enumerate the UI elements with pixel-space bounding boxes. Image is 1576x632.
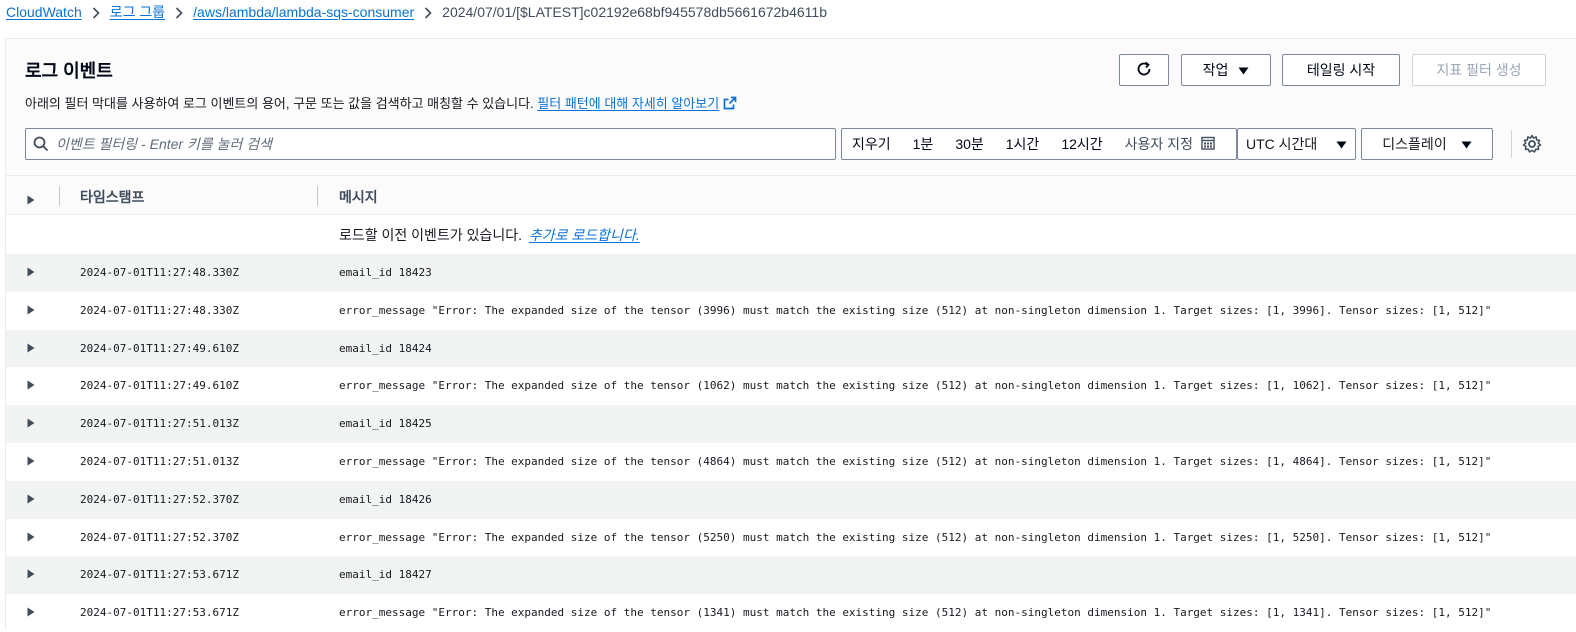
row-timestamp: 2024-07-01T11:27:52.370Z bbox=[80, 492, 239, 506]
row-message: error_message "Error: The expanded size … bbox=[339, 454, 1492, 468]
search-icon bbox=[26, 136, 56, 152]
table-row[interactable]: 2024-07-01T11:27:48.330Z email_id 18423 bbox=[6, 254, 1576, 292]
learn-more-label: 필터 패턴에 대해 자세히 알아보기 bbox=[537, 96, 720, 111]
column-header-timestamp[interactable]: 타임스탬프 bbox=[80, 187, 144, 207]
row-timestamp: 2024-07-01T11:27:49.610Z bbox=[80, 341, 239, 355]
table-row[interactable]: 2024-07-01T11:27:53.671Z error_message "… bbox=[6, 594, 1576, 632]
row-message: email_id 18426 bbox=[339, 492, 432, 506]
custom-range-button[interactable]: 사용자 지정 bbox=[1114, 134, 1226, 154]
search-placeholder: 이벤트 필터링 - Enter 키를 눌러 검색 bbox=[56, 136, 273, 152]
divider bbox=[1511, 130, 1512, 158]
time-option-30m[interactable]: 30분 bbox=[944, 134, 994, 154]
external-link-icon bbox=[723, 96, 737, 113]
expand-row-icon[interactable] bbox=[27, 264, 35, 280]
row-timestamp: 2024-07-01T11:27:51.013Z bbox=[80, 454, 239, 468]
row-message: error_message "Error: The expanded size … bbox=[339, 530, 1492, 544]
calendar-icon bbox=[1193, 136, 1215, 153]
expand-row-icon[interactable] bbox=[27, 453, 35, 469]
column-header-message[interactable]: 메시지 bbox=[339, 187, 378, 207]
row-message: email_id 18423 bbox=[339, 266, 432, 279]
row-message: error_message "Error: The expanded size … bbox=[339, 379, 1492, 393]
row-timestamp: 2024-07-01T11:27:48.330Z bbox=[80, 266, 239, 279]
load-older-text: 로드할 이전 이벤트가 있습니다. 추가로 로드합니다. bbox=[339, 225, 640, 245]
gear-icon[interactable] bbox=[1522, 134, 1542, 154]
caret-down-icon bbox=[1336, 136, 1347, 152]
column-resizer[interactable] bbox=[317, 186, 318, 206]
table-row[interactable]: 2024-07-01T11:27:49.610Z email_id 18424 bbox=[6, 329, 1576, 368]
log-events-list: 2024-07-01T11:27:48.330Z email_id 18423 … bbox=[6, 254, 1576, 632]
expand-row-icon[interactable] bbox=[27, 566, 35, 582]
event-filter-input[interactable]: 이벤트 필터링 - Enter 키를 눌러 검색 bbox=[25, 128, 836, 160]
load-more-link[interactable]: 추가로 로드합니다. bbox=[529, 227, 640, 243]
breadcrumb-log-groups[interactable]: 로그 그룹 bbox=[110, 2, 165, 22]
create-metric-filter-button[interactable]: 지표 필터 생성 bbox=[1412, 54, 1546, 86]
expand-row-icon[interactable] bbox=[27, 340, 35, 356]
breadcrumb-current-stream: 2024/07/01/[$LATEST]c02192e68bf945578db5… bbox=[442, 4, 827, 20]
expand-all-icon[interactable] bbox=[27, 192, 35, 208]
row-timestamp: 2024-07-01T11:27:53.671Z bbox=[80, 568, 239, 582]
refresh-button[interactable] bbox=[1119, 54, 1169, 86]
load-older-label: 로드할 이전 이벤트가 있습니다. bbox=[339, 227, 522, 243]
expand-row-icon[interactable] bbox=[27, 302, 35, 318]
expand-row-icon[interactable] bbox=[27, 529, 35, 545]
breadcrumb-log-group[interactable]: /aws/lambda/lambda-sqs-consumer bbox=[193, 4, 414, 20]
time-option-1m[interactable]: 1분 bbox=[902, 134, 945, 154]
row-message: email_id 18425 bbox=[339, 417, 432, 431]
breadcrumb: CloudWatch 로그 그룹 /aws/lambda/lambda-sqs-… bbox=[6, 0, 827, 24]
row-message: email_id 18424 bbox=[339, 341, 432, 355]
timezone-select[interactable]: UTC 시간대 bbox=[1237, 128, 1356, 160]
row-timestamp: 2024-07-01T11:27:51.013Z bbox=[80, 417, 239, 431]
table-row[interactable]: 2024-07-01T11:27:51.013Z error_message "… bbox=[6, 443, 1576, 481]
time-option-12h[interactable]: 12시간 bbox=[1050, 134, 1113, 154]
row-timestamp: 2024-07-01T11:27:48.330Z bbox=[80, 303, 239, 317]
caret-down-icon bbox=[1461, 136, 1472, 152]
time-option-1h[interactable]: 1시간 bbox=[995, 134, 1051, 154]
create-metric-filter-label: 지표 필터 생성 bbox=[1436, 62, 1522, 78]
display-dropdown[interactable]: 디스플레이 bbox=[1361, 128, 1493, 160]
row-message: error_message "Error: The expanded size … bbox=[339, 303, 1492, 317]
expand-row-icon[interactable] bbox=[27, 415, 35, 431]
row-timestamp: 2024-07-01T11:27:52.370Z bbox=[80, 530, 239, 544]
description-text: 아래의 필터 막대를 사용하여 로그 이벤트의 용어, 구문 또는 값을 검색하… bbox=[25, 96, 534, 111]
row-timestamp: 2024-07-01T11:27:53.671Z bbox=[80, 606, 239, 620]
refresh-icon bbox=[1135, 60, 1153, 81]
custom-range-label: 사용자 지정 bbox=[1124, 136, 1193, 152]
start-tailing-label: 테일링 시작 bbox=[1306, 62, 1376, 78]
actions-label: 작업 bbox=[1202, 62, 1229, 78]
table-row[interactable]: 2024-07-01T11:27:52.370Z error_message "… bbox=[6, 519, 1576, 557]
log-events-panel: 로그 이벤트 아래의 필터 막대를 사용하여 로그 이벤트의 용어, 구문 또는… bbox=[5, 38, 1576, 629]
actions-button[interactable]: 작업 bbox=[1181, 54, 1271, 86]
table-row[interactable]: 2024-07-01T11:27:48.330Z error_message "… bbox=[6, 292, 1576, 330]
breadcrumb-cloudwatch[interactable]: CloudWatch bbox=[6, 4, 82, 20]
expand-row-icon[interactable] bbox=[27, 377, 35, 393]
caret-down-icon bbox=[1238, 62, 1249, 78]
display-label: 디스플레이 bbox=[1382, 136, 1447, 152]
chevron-right-icon bbox=[165, 4, 193, 20]
load-older-row: 로드할 이전 이벤트가 있습니다. 추가로 로드합니다. bbox=[6, 216, 1576, 254]
table-header: 타임스탬프 메시지 bbox=[6, 177, 1576, 215]
table-row[interactable]: 2024-07-01T11:27:49.610Z error_message "… bbox=[6, 367, 1576, 405]
page-title: 로그 이벤트 bbox=[25, 61, 113, 81]
expand-row-icon[interactable] bbox=[27, 604, 35, 620]
chevron-right-icon bbox=[82, 4, 110, 20]
table-row[interactable]: 2024-07-01T11:27:51.013Z email_id 18425 bbox=[6, 405, 1576, 443]
learn-more-link[interactable]: 필터 패턴에 대해 자세히 알아보기 bbox=[537, 96, 719, 111]
start-tailing-button[interactable]: 테일링 시작 bbox=[1282, 54, 1400, 86]
time-range-selector: 지우기 1분 30분 1시간 12시간 사용자 지정 bbox=[841, 128, 1237, 160]
row-message: error_message "Error: The expanded size … bbox=[339, 606, 1492, 620]
chevron-right-icon bbox=[414, 4, 442, 20]
row-timestamp: 2024-07-01T11:27:49.610Z bbox=[80, 379, 239, 393]
description: 아래의 필터 막대를 사용하여 로그 이벤트의 용어, 구문 또는 값을 검색하… bbox=[25, 93, 737, 113]
expand-row-icon[interactable] bbox=[27, 491, 35, 507]
row-message: email_id 18427 bbox=[339, 568, 432, 582]
table-row[interactable]: 2024-07-01T11:27:53.671Z email_id 18427 bbox=[6, 556, 1576, 595]
clear-time-button[interactable]: 지우기 bbox=[842, 134, 902, 154]
column-divider bbox=[59, 186, 60, 206]
panel-header: 로그 이벤트 아래의 필터 막대를 사용하여 로그 이벤트의 용어, 구문 또는… bbox=[6, 39, 1576, 176]
table-row[interactable]: 2024-07-01T11:27:52.370Z email_id 18426 bbox=[6, 480, 1576, 519]
timezone-value: UTC 시간대 bbox=[1246, 136, 1318, 152]
